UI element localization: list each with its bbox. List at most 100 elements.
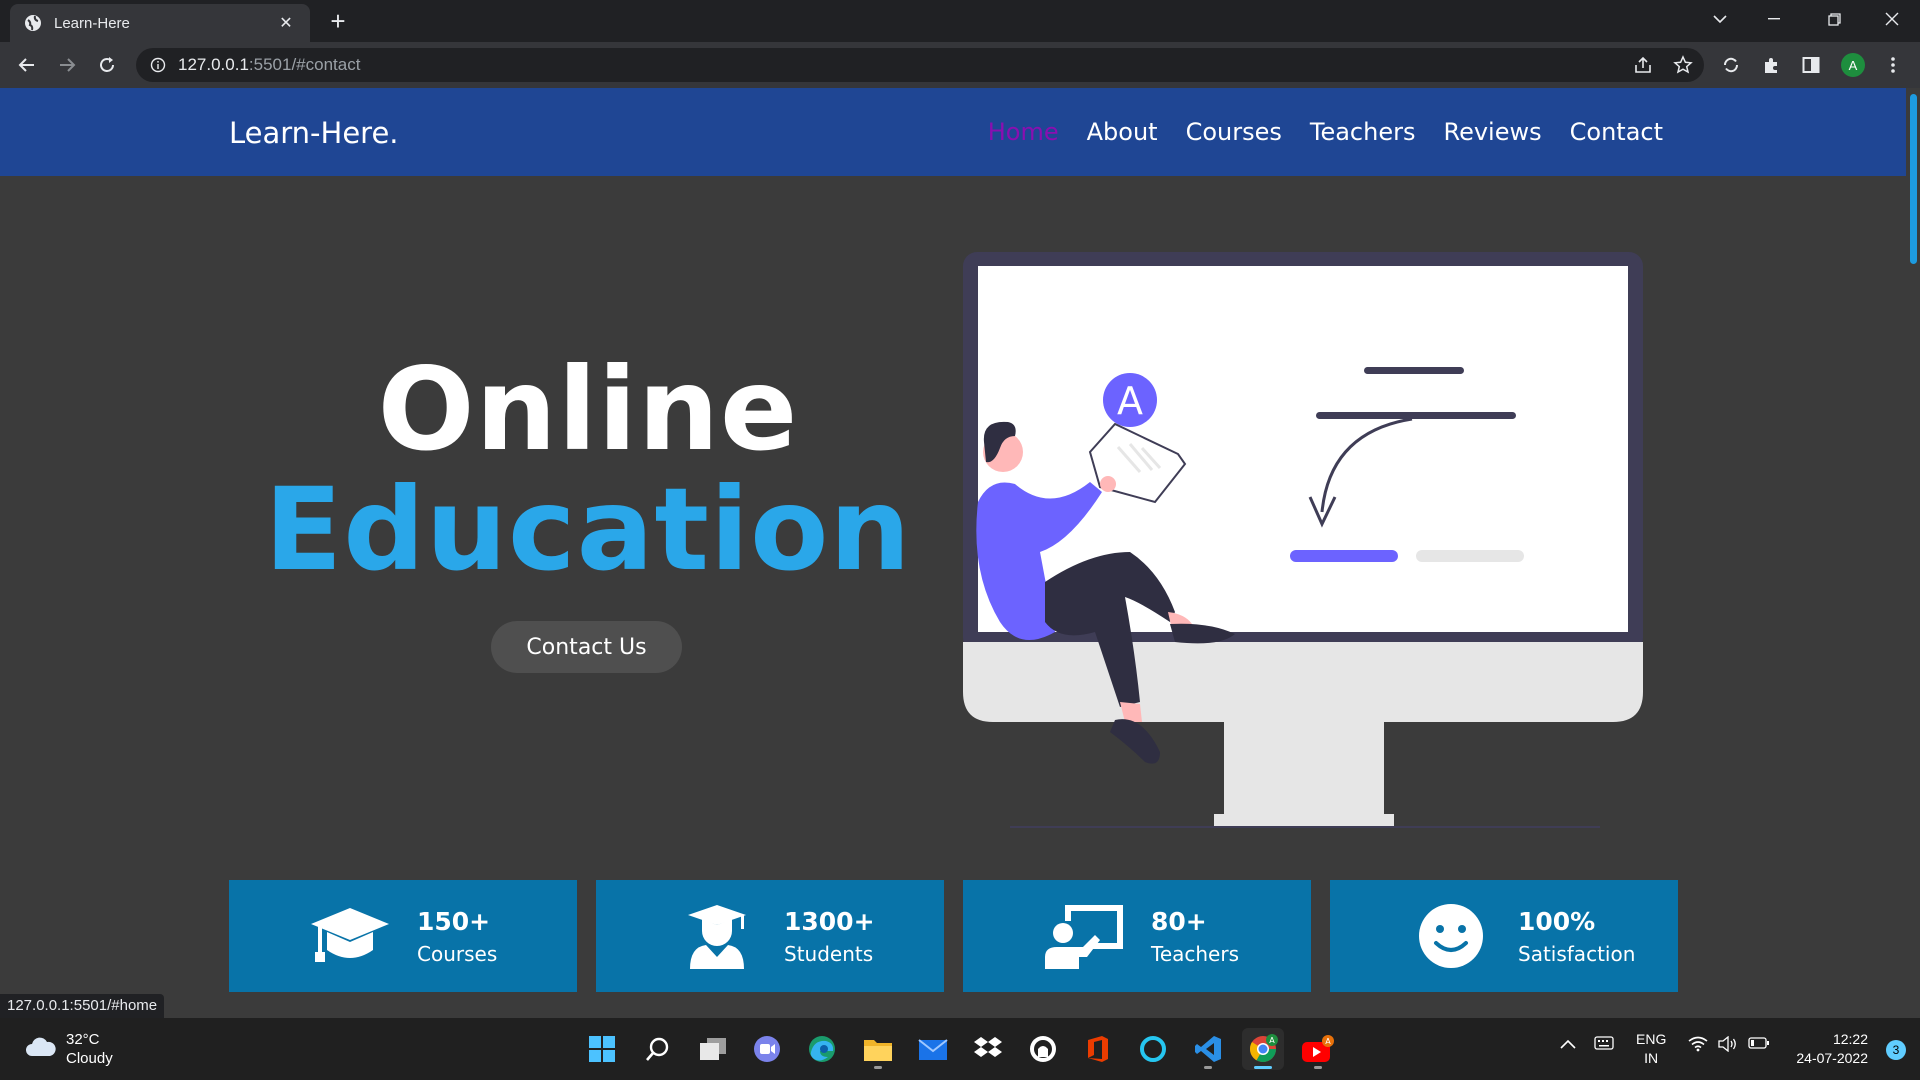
mail-icon[interactable] — [912, 1028, 954, 1070]
file-explorer-icon[interactable] — [857, 1028, 899, 1070]
edge-browser-icon[interactable] — [801, 1028, 843, 1070]
stat-label: Satisfaction — [1518, 941, 1636, 966]
browser-tab[interactable]: Learn-Here ✕ — [10, 4, 310, 42]
teams-chat-icon[interactable] — [746, 1028, 788, 1070]
globe-icon — [24, 14, 42, 32]
browser-tab-strip: Learn-Here ✕ + — [0, 0, 1920, 42]
cortana-icon[interactable] — [1132, 1028, 1174, 1070]
screen-line-long — [1316, 412, 1516, 419]
browser-menu-icon[interactable] — [1878, 50, 1908, 80]
stat-card-satisfaction: 100% Satisfaction — [1330, 880, 1678, 992]
monitor-base — [1214, 814, 1394, 826]
restore-button[interactable] — [1806, 0, 1862, 38]
lang-line1: ENG — [1636, 1031, 1667, 1047]
online-education-illustration: A — [963, 252, 1643, 828]
stat-value: 100% — [1518, 906, 1596, 936]
tab-title: Learn-Here — [54, 14, 130, 32]
weather-widget[interactable]: 32°C Cloudy — [24, 1030, 113, 1068]
nav-courses[interactable]: Courses — [1186, 118, 1282, 146]
stat-label: Students — [784, 941, 874, 966]
stat-label: Teachers — [1151, 941, 1239, 966]
notification-badge[interactable]: 3 — [1886, 1040, 1906, 1060]
letter-badge-text: A — [1117, 379, 1143, 423]
screen-bar-accent — [1290, 550, 1398, 562]
share-icon[interactable] — [1628, 50, 1658, 80]
address-bar[interactable]: 127.0.0.1:5501/#contact — [136, 48, 1704, 82]
stat-label: Courses — [417, 941, 498, 966]
stat-card-teachers: 80+ Teachers — [963, 880, 1311, 992]
office-icon[interactable] — [1077, 1028, 1119, 1070]
stat-card-students: 1300+ Students — [596, 880, 944, 992]
web-page: Learn-Here. Home About Courses Teachers … — [0, 88, 1906, 1018]
windows-taskbar: 32°C Cloudy A A ENG IN 12:22 24-07-2022 … — [0, 1018, 1920, 1080]
nav-teachers[interactable]: Teachers — [1310, 118, 1416, 146]
github-desktop-icon[interactable] — [1022, 1028, 1064, 1070]
extension-sync-icon[interactable] — [1716, 50, 1746, 80]
vscode-icon[interactable] — [1187, 1028, 1229, 1070]
running-indicator — [1314, 1066, 1322, 1069]
stats-row: 150+ Courses 1300+ Students 80+ Teachers — [229, 880, 1678, 992]
nav-home[interactable]: Home — [988, 118, 1059, 146]
wifi-icon[interactable] — [1688, 1036, 1708, 1055]
nav-about[interactable]: About — [1087, 118, 1158, 146]
url-host: 127.0.0.1 — [178, 55, 249, 74]
tab-search-icon[interactable] — [1692, 0, 1748, 38]
running-indicator-active — [1254, 1066, 1272, 1069]
profile-avatar[interactable]: A — [1838, 50, 1868, 80]
site-info-icon[interactable] — [150, 57, 166, 73]
stat-value: 80+ — [1151, 906, 1207, 936]
minimize-button[interactable] — [1746, 0, 1802, 38]
link-status-bubble: 127.0.0.1:5501/#home — [0, 994, 165, 1018]
side-panel-icon[interactable] — [1796, 50, 1826, 80]
reload-button[interactable] — [92, 50, 122, 80]
volume-icon[interactable] — [1718, 1035, 1738, 1055]
keyboard-icon[interactable] — [1594, 1036, 1614, 1053]
svg-text:A: A — [1269, 1036, 1275, 1045]
dropbox-icon[interactable] — [967, 1028, 1009, 1070]
bookmark-star-icon[interactable] — [1668, 50, 1698, 80]
system-clock[interactable]: 12:22 24-07-2022 — [1796, 1030, 1868, 1068]
student-icon — [676, 901, 758, 971]
main-nav: Home About Courses Teachers Reviews Cont… — [988, 118, 1663, 146]
forward-button[interactable] — [52, 50, 82, 80]
screen-line-short — [1364, 367, 1464, 374]
weather-desc: Cloudy — [66, 1050, 113, 1067]
extensions-puzzle-icon[interactable] — [1756, 50, 1786, 80]
screen-bar-gray — [1416, 550, 1524, 562]
browser-toolbar: 127.0.0.1:5501/#contact A — [0, 42, 1920, 88]
graduation-cap-icon — [309, 901, 391, 971]
scrollbar-thumb[interactable] — [1910, 94, 1917, 264]
new-tab-button[interactable]: + — [324, 8, 352, 36]
teacher-board-icon — [1043, 901, 1125, 971]
smiley-icon — [1410, 901, 1492, 971]
cloud-icon — [24, 1036, 56, 1063]
stat-card-courses: 150+ Courses — [229, 880, 577, 992]
stat-value: 150+ — [417, 906, 491, 936]
site-logo[interactable]: Learn-Here. — [229, 116, 399, 150]
task-view-icon[interactable] — [692, 1028, 734, 1070]
monitor-chin — [963, 642, 1643, 722]
youtube-icon[interactable]: A — [1297, 1028, 1339, 1070]
contact-us-button[interactable]: Contact Us — [491, 621, 682, 673]
tray-overflow-chevron-icon[interactable] — [1560, 1036, 1576, 1052]
page-scrollbar[interactable] — [1906, 88, 1920, 1018]
site-header: Learn-Here. Home About Courses Teachers … — [0, 88, 1906, 176]
language-indicator[interactable]: ENG IN — [1636, 1030, 1666, 1068]
weather-temp: 32°C — [66, 1031, 100, 1048]
svg-text:A: A — [1325, 1037, 1331, 1046]
chrome-icon[interactable]: A — [1242, 1028, 1284, 1070]
running-indicator — [874, 1066, 882, 1069]
battery-icon[interactable] — [1748, 1036, 1770, 1053]
search-icon[interactable] — [637, 1028, 679, 1070]
nav-contact[interactable]: Contact — [1570, 118, 1663, 146]
start-button[interactable] — [581, 1028, 623, 1070]
stat-value: 1300+ — [784, 906, 875, 936]
url-path: :5501/#contact — [248, 55, 361, 74]
lang-line2: IN — [1644, 1050, 1659, 1066]
running-indicator — [1204, 1066, 1212, 1069]
close-window-button[interactable] — [1864, 0, 1920, 38]
tab-close-icon[interactable]: ✕ — [276, 13, 296, 33]
clock-date: 24-07-2022 — [1796, 1050, 1868, 1066]
back-button[interactable] — [12, 50, 42, 80]
nav-reviews[interactable]: Reviews — [1443, 118, 1541, 146]
